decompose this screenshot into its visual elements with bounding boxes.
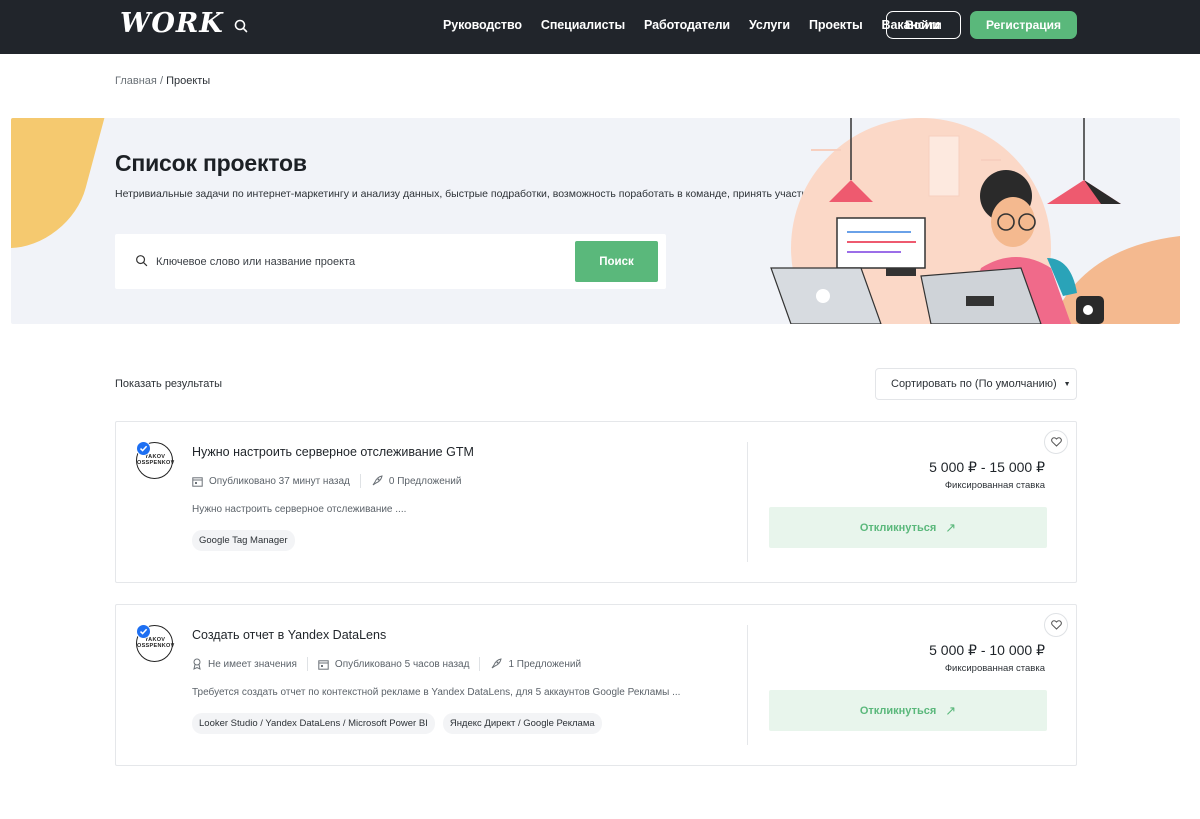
project-card[interactable]: YAKOV OSSPENKOV Нужно настроить серверно…	[115, 421, 1077, 583]
search-input[interactable]	[156, 251, 556, 273]
proposals-count: 1 Предложений	[508, 658, 582, 670]
search-icon[interactable]	[233, 18, 249, 34]
breadcrumb-current: Проекты	[166, 75, 211, 87]
nav-item-projects[interactable]: Проекты	[809, 18, 863, 32]
respond-label: Откликнуться	[859, 704, 937, 717]
card-divider	[747, 625, 748, 745]
calendar-icon	[192, 476, 203, 487]
project-tags: Google Tag Manager	[192, 530, 295, 551]
price-range: 5 000 ₽ - 15 000 ₽	[929, 459, 1045, 475]
breadcrumb: Главная / Проекты	[115, 75, 210, 87]
proposals-count: 0 Предложений	[388, 475, 462, 487]
tag[interactable]: Яндекс Директ / Google Реклама	[442, 713, 602, 734]
main-nav: Руководство Специалисты Работодатели Усл…	[443, 18, 959, 32]
tag[interactable]: Looker Studio / Yandex DataLens / Micros…	[192, 713, 435, 734]
price-range: 5 000 ₽ - 10 000 ₽	[929, 642, 1045, 658]
respond-button[interactable]: Откликнуться ↗	[769, 507, 1047, 548]
breadcrumb-home[interactable]: Главная	[115, 75, 157, 87]
meta-divider	[306, 657, 308, 671]
project-description: Нужно настроить серверное отслеживание .…	[192, 504, 407, 515]
project-tags: Looker Studio / Yandex DataLens / Micros…	[192, 713, 602, 734]
project-description: Требуется создать отчет по контекстной р…	[192, 687, 681, 698]
project-search-bar: Поиск	[115, 234, 666, 289]
card-divider	[747, 442, 748, 562]
published-time: Опубликовано 37 минут назад	[209, 475, 350, 487]
project-meta: Опубликовано 37 минут назад 0 Предложени…	[192, 474, 461, 488]
rocket-icon	[372, 475, 383, 486]
search-icon	[136, 255, 148, 267]
show-results-label: Показать результаты	[115, 378, 223, 390]
favorite-heart-icon[interactable]	[1044, 613, 1068, 637]
sort-label: Сортировать по (По умолчанию)	[891, 378, 1057, 390]
published-time: Опубликовано 5 часов назад	[334, 658, 470, 670]
nav-item-guide[interactable]: Руководство	[443, 18, 522, 32]
page-title: Список проектов	[115, 150, 307, 176]
price-type: Фиксированная ставка	[944, 663, 1045, 674]
nav-item-services[interactable]: Услуги	[749, 18, 790, 32]
login-button[interactable]: Войти	[886, 11, 961, 39]
nav-item-employers[interactable]: Работодатели	[644, 18, 730, 32]
rocket-icon	[492, 658, 503, 669]
respond-label: Откликнуться	[859, 521, 937, 534]
caret-down-icon: ▼	[1063, 380, 1071, 388]
verified-badge-icon	[136, 624, 151, 639]
register-button[interactable]: Регистрация	[970, 11, 1077, 39]
experience-level: Не имеет значения	[208, 658, 297, 670]
decorative-blob	[11, 118, 113, 248]
calendar-icon	[318, 659, 329, 670]
award-icon	[193, 658, 201, 670]
meta-divider	[359, 474, 361, 488]
favorite-heart-icon[interactable]	[1044, 430, 1068, 454]
project-title[interactable]: Создать отчет в Yandex DataLens	[192, 628, 386, 642]
project-meta: Не имеет значения Опубликовано 5 часов н…	[192, 657, 581, 671]
meta-divider	[479, 657, 481, 671]
hero-banner: Список проектов Нетривиальные задачи по …	[11, 118, 1180, 324]
respond-button[interactable]: Откликнуться ↗	[769, 690, 1047, 731]
hero-illustration	[770, 118, 1180, 324]
price-type: Фиксированная ставка	[944, 480, 1045, 491]
search-button[interactable]: Поиск	[575, 241, 658, 282]
project-card[interactable]: YAKOV OSSPENKOV Создать отчет в Yandex D…	[115, 604, 1077, 766]
project-title[interactable]: Нужно настроить серверное отслеживание G…	[192, 445, 474, 459]
arrow-up-right-icon: ↗	[945, 702, 957, 718]
verified-badge-icon	[136, 441, 151, 456]
top-navbar: WORK Руководство Специалисты Работодател…	[0, 0, 1200, 54]
site-logo[interactable]: WORK	[120, 8, 224, 39]
breadcrumb-separator: /	[159, 75, 163, 87]
tag[interactable]: Google Tag Manager	[192, 530, 295, 551]
nav-item-specialists[interactable]: Специалисты	[541, 18, 625, 32]
sort-dropdown[interactable]: Сортировать по (По умолчанию) ▼	[875, 368, 1077, 400]
arrow-up-right-icon: ↗	[945, 519, 957, 535]
